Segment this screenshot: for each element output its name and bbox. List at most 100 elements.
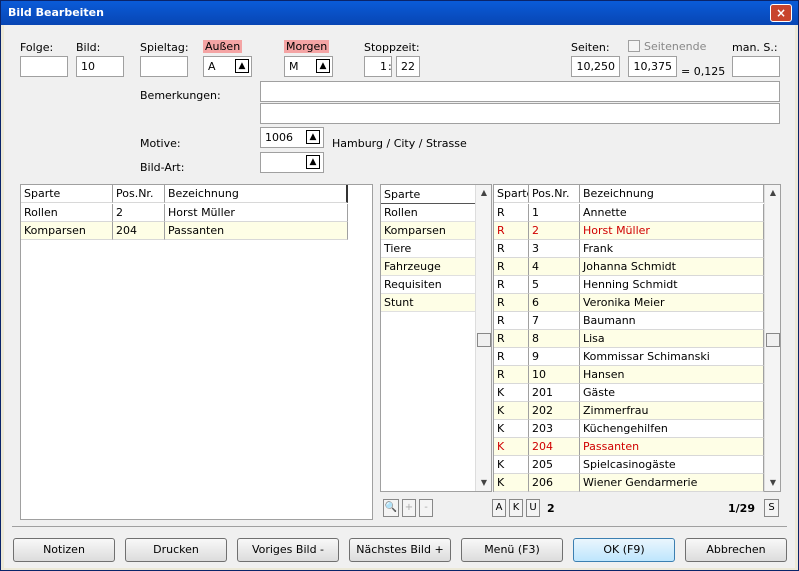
bemerkungen-label: Bemerkungen: [140, 89, 221, 102]
cell-bezeichnung: Horst Müller [580, 222, 764, 240]
aussen-value: A [208, 60, 216, 73]
table-row[interactable]: K 204 Passanten [494, 438, 764, 456]
cell-posnr: 6 [529, 294, 580, 312]
cell-posnr: 9 [529, 348, 580, 366]
remove-button[interactable]: - [419, 499, 433, 517]
cell-bezeichnung: Lisa [580, 330, 764, 348]
folge-input[interactable] [20, 56, 68, 77]
morgen-toggle-up-icon[interactable]: ▲ [316, 59, 330, 73]
bildart-up-icon[interactable]: ▲ [306, 155, 320, 169]
cell-bezeichnung: Frank [580, 240, 764, 258]
table-row[interactable]: R 3 Frank [494, 240, 764, 258]
list-item[interactable]: Tiere [381, 240, 475, 258]
table-row[interactable]: R 4 Johanna Schmidt [494, 258, 764, 276]
close-button[interactable]: × [770, 4, 792, 22]
table-row[interactable]: R 2 Horst Müller [494, 222, 764, 240]
table-row[interactable]: R 5 Henning Schmidt [494, 276, 764, 294]
list-item[interactable]: Komparsen [381, 222, 475, 240]
scroll-up-icon[interactable]: ▲ [765, 185, 781, 201]
binoculars-icon[interactable]: 🔍 [383, 499, 399, 517]
aussen-toggle-up-icon[interactable]: ▲ [235, 59, 249, 73]
filter-u-button[interactable]: U [526, 499, 540, 517]
table-row[interactable]: R 6 Veronika Meier [494, 294, 764, 312]
scroll-down-icon[interactable]: ▼ [476, 475, 492, 491]
folge-label: Folge: [20, 41, 54, 54]
ok-button[interactable]: OK (F9) [573, 538, 675, 562]
table-row[interactable]: K 202 Zimmerfrau [494, 402, 764, 420]
table-row[interactable]: R 1 Annette [494, 204, 764, 222]
list-item[interactable]: Rollen [381, 204, 475, 222]
table-row[interactable]: K 201 Gäste [494, 384, 764, 402]
stoppzeit-seconds-input[interactable]: 22 [396, 56, 420, 77]
table-row[interactable]: R 7 Baumann [494, 312, 764, 330]
list-item[interactable]: Requisiten [381, 276, 475, 294]
cell-posnr: 203 [529, 420, 580, 438]
cell-posnr: 8 [529, 330, 580, 348]
col-bezeichnung[interactable]: Bezeichnung [580, 185, 764, 203]
list-item[interactable]: Stunt [381, 294, 475, 312]
assigned-table-header: Sparte Pos.Nr. Bezeichnung [21, 185, 348, 203]
seitenende-checkbox[interactable] [628, 40, 640, 52]
table-row[interactable]: Rollen 2 Horst Müller [21, 204, 348, 222]
col-bezeichnung[interactable]: Bezeichnung [165, 185, 348, 203]
cell-sparte: R [494, 312, 529, 330]
dialog-window: Bild Bearbeiten × Folge: Bild: 10 Spielt… [0, 0, 799, 571]
cell-bezeichnung: Passanten [165, 222, 348, 240]
title-bar[interactable]: Bild Bearbeiten × [1, 1, 798, 25]
scroll-thumb[interactable] [477, 333, 491, 347]
cell-sparte: R [494, 258, 529, 276]
add-button[interactable]: + [402, 499, 416, 517]
table-row[interactable]: R 8 Lisa [494, 330, 764, 348]
scroll-thumb[interactable] [766, 333, 780, 347]
mans-input[interactable] [732, 56, 780, 77]
scroll-up-icon[interactable]: ▲ [476, 185, 492, 201]
cell-posnr: 205 [529, 456, 580, 474]
cell-bezeichnung: Kommissar Schimanski [580, 348, 764, 366]
table-row[interactable]: K 203 Küchengehilfen [494, 420, 764, 438]
bemerkungen-input-2[interactable] [260, 103, 780, 124]
table-row[interactable]: R 9 Kommissar Schimanski [494, 348, 764, 366]
menu-button[interactable]: Menü (F3) [461, 538, 563, 562]
motive-up-icon[interactable]: ▲ [306, 130, 320, 144]
cell-bezeichnung: Spielcasinogäste [580, 456, 764, 474]
bemerkungen-input-1[interactable] [260, 81, 780, 102]
s-button[interactable]: S [764, 499, 779, 517]
col-posnr[interactable]: Pos.Nr. [529, 185, 580, 203]
cell-posnr: 3 [529, 240, 580, 258]
filter-k-button[interactable]: K [509, 499, 523, 517]
cell-posnr: 204 [529, 438, 580, 456]
previous-image-button[interactable]: Voriges Bild - [237, 538, 339, 562]
next-image-button[interactable]: Nächstes Bild + [349, 538, 451, 562]
table-row[interactable]: R 10 Hansen [494, 366, 764, 384]
filter-a-button[interactable]: A [492, 499, 506, 517]
cell-bezeichnung: Gäste [580, 384, 764, 402]
aussen-label: Außen [203, 40, 243, 53]
scroll-down-icon[interactable]: ▼ [765, 475, 781, 491]
cell-sparte: K [494, 402, 529, 420]
cell-sparte: R [494, 204, 529, 222]
cell-sparte: K [494, 438, 529, 456]
notizen-button[interactable]: Notizen [13, 538, 115, 562]
cell-posnr: 7 [529, 312, 580, 330]
divider [12, 526, 787, 527]
category-scrollbar[interactable]: ▲ ▼ [475, 185, 491, 491]
spieltag-input[interactable] [140, 56, 188, 77]
motive-label: Motive: [140, 137, 181, 150]
available-scrollbar[interactable]: ▲ ▼ [764, 185, 780, 491]
bild-input[interactable]: 10 [76, 56, 124, 77]
cell-posnr: 201 [529, 384, 580, 402]
col-sparte[interactable]: Sparte [21, 185, 113, 203]
drucken-button[interactable]: Drucken [125, 538, 227, 562]
col-sparte[interactable]: Sparte [494, 185, 529, 203]
cell-posnr: 204 [113, 222, 165, 240]
table-row[interactable]: K 205 Spielcasinogäste [494, 456, 764, 474]
seiten-to-input[interactable]: 10,375 [628, 56, 677, 77]
category-header: Sparte [381, 185, 475, 204]
col-posnr[interactable]: Pos.Nr. [113, 185, 165, 203]
cell-sparte: K [494, 384, 529, 402]
table-row[interactable]: K 206 Wiener Gendarmerie [494, 474, 764, 492]
list-item[interactable]: Fahrzeuge [381, 258, 475, 276]
seiten-from-input[interactable]: 10,250 [571, 56, 620, 77]
table-row[interactable]: Komparsen 204 Passanten [21, 222, 348, 240]
cancel-button[interactable]: Abbrechen [685, 538, 787, 562]
